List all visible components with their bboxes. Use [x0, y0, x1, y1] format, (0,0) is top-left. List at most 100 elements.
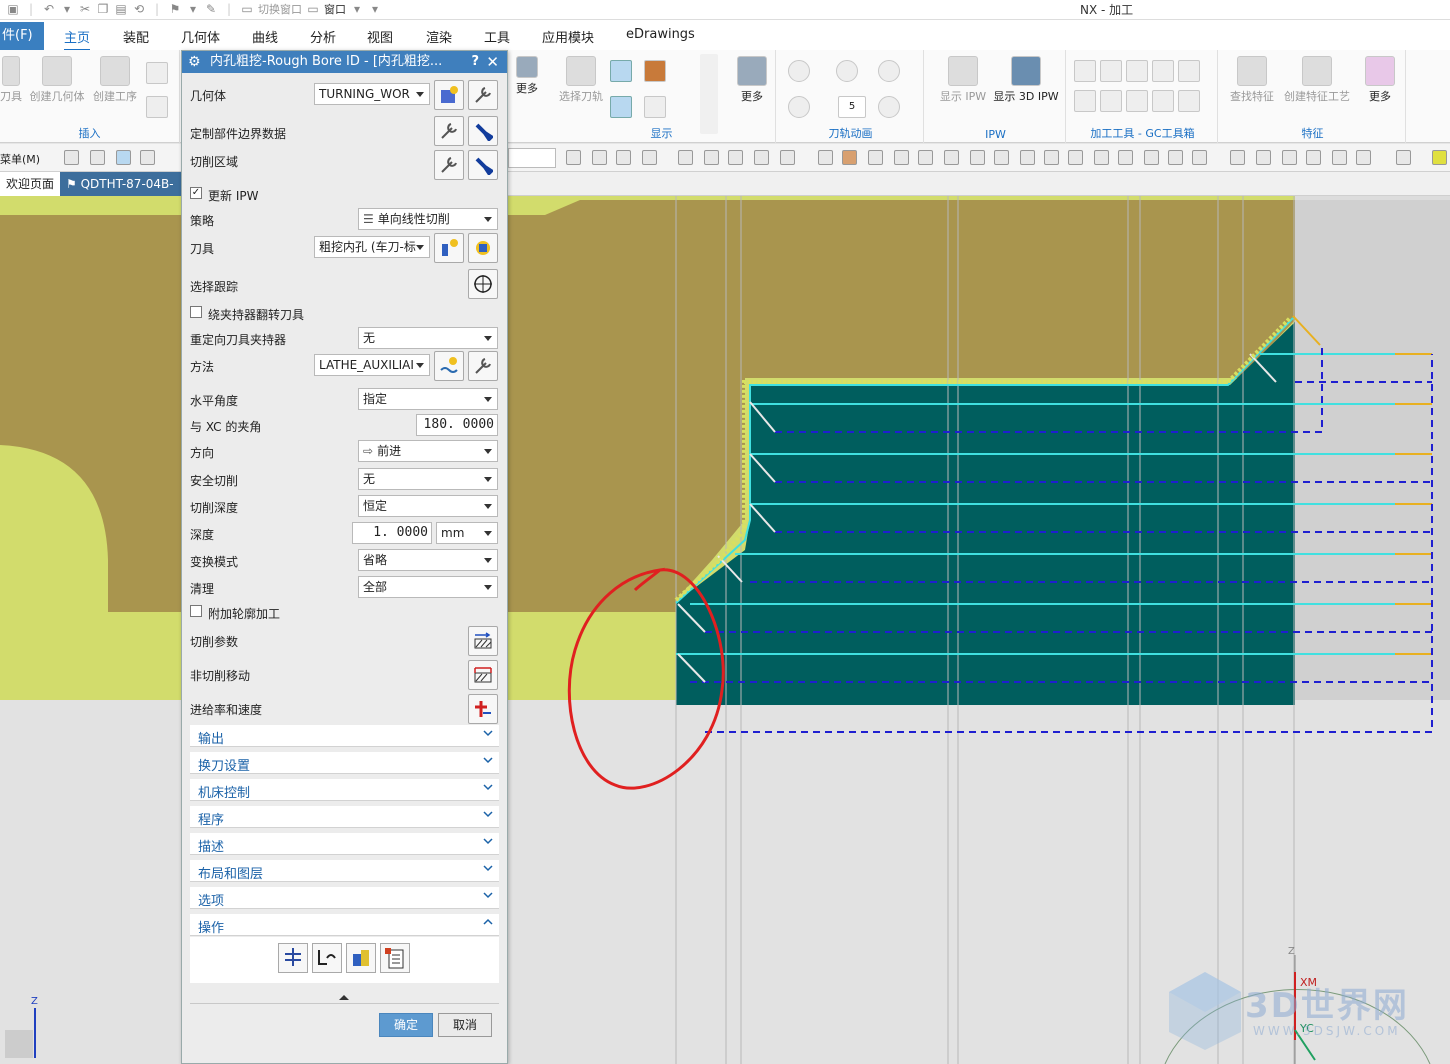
menu-button[interactable]: 菜单(M): [0, 151, 40, 167]
verify-button[interactable]: [346, 943, 376, 973]
snap-icon-9[interactable]: [780, 150, 795, 165]
reorient-holder-dropdown[interactable]: 无: [358, 327, 498, 349]
paste-icon[interactable]: ▤: [114, 2, 128, 17]
snap-icon-5[interactable]: [678, 150, 693, 165]
insert-small-icon-2[interactable]: [146, 96, 168, 118]
snap-icon-19[interactable]: [1044, 150, 1059, 165]
custom-boundary-display-button[interactable]: [468, 116, 498, 146]
section-machine-control[interactable]: 机床控制: [190, 779, 499, 801]
copy-icon[interactable]: ❐: [96, 2, 110, 17]
touch-mode-icon[interactable]: ✎: [204, 2, 218, 17]
switch-window-icon[interactable]: ▭: [240, 2, 254, 17]
display-toggle-4[interactable]: [644, 96, 666, 118]
feature-more-button[interactable]: 更多: [1360, 56, 1400, 104]
view-icon-2[interactable]: [1256, 150, 1271, 165]
snap-icon-14[interactable]: [918, 150, 933, 165]
close-button[interactable]: ✕: [486, 51, 499, 73]
update-ipw-checkbox[interactable]: ✓: [190, 187, 202, 199]
section-output[interactable]: 输出: [190, 725, 499, 747]
gc-tool-icon-6[interactable]: [1074, 90, 1096, 112]
gc-tool-icon-4[interactable]: [1152, 60, 1174, 82]
snap-icon-10[interactable]: [818, 150, 833, 165]
depth-unit-dropdown[interactable]: mm: [436, 522, 498, 544]
depth-input[interactable]: 1. 0000: [352, 522, 432, 544]
custom-boundary-edit-button[interactable]: [434, 116, 464, 146]
tab-home[interactable]: 主页: [64, 27, 91, 51]
edit-tool-button[interactable]: [468, 233, 498, 263]
gc-tool-icon-10[interactable]: [1178, 90, 1200, 112]
cut-region-edit-button[interactable]: [434, 150, 464, 180]
snap-icon-22[interactable]: [1118, 150, 1133, 165]
toolbar-icon-1[interactable]: [64, 150, 79, 165]
view-icon-8[interactable]: [1432, 150, 1447, 165]
toolbar-icon-2[interactable]: [90, 150, 105, 165]
snap-icon-1[interactable]: [566, 150, 581, 165]
new-geometry-button[interactable]: [434, 80, 464, 110]
pause-icon[interactable]: [836, 60, 858, 82]
snap-icon-23[interactable]: [1144, 150, 1159, 165]
insert-small-icon-1[interactable]: [146, 62, 168, 84]
window-menu[interactable]: 窗口: [324, 2, 346, 17]
snap-icon-4[interactable]: [642, 150, 657, 165]
view-icon-1[interactable]: [1230, 150, 1245, 165]
arrow-stack-icon[interactable]: [700, 54, 718, 134]
section-actions[interactable]: 操作: [190, 914, 499, 936]
cut-params-button[interactable]: [468, 626, 498, 656]
undo-dropdown-icon[interactable]: ▾: [60, 2, 74, 17]
collapse-arrow-icon[interactable]: [338, 993, 350, 1001]
tab-edrawings[interactable]: eDrawings: [626, 27, 695, 42]
left-more-button[interactable]: 更多: [512, 56, 542, 96]
snap-icon-12[interactable]: [868, 150, 883, 165]
view-icon-6[interactable]: [1356, 150, 1371, 165]
snap-icon-16[interactable]: [970, 150, 985, 165]
strategy-dropdown[interactable]: ☰ 单向线性切削: [358, 208, 498, 230]
toolbar-icon-3[interactable]: [116, 150, 131, 165]
snap-icon-6[interactable]: [704, 150, 719, 165]
tab-analysis[interactable]: 分析: [310, 27, 336, 46]
edit-method-button[interactable]: [468, 351, 498, 381]
gc-tool-icon-3[interactable]: [1126, 60, 1148, 82]
window-dropdown-icon[interactable]: ▾: [350, 2, 364, 17]
view-icon-7[interactable]: [1396, 150, 1411, 165]
tab-render[interactable]: 渲染: [426, 27, 452, 46]
tab-applications[interactable]: 应用模块: [542, 27, 594, 46]
snap-icon-13[interactable]: [894, 150, 909, 165]
cancel-button[interactable]: 取消: [438, 1013, 492, 1037]
method-dropdown[interactable]: LATHE_AUXILIAI: [314, 354, 430, 376]
tab-geometry[interactable]: 几何体: [181, 27, 220, 46]
snap-icon-17[interactable]: [994, 150, 1009, 165]
tab-welcome-page[interactable]: 欢迎页面: [0, 172, 60, 196]
non-cut-button[interactable]: [468, 660, 498, 690]
gear-icon[interactable]: ⚙: [188, 51, 201, 73]
customize-dropdown-icon[interactable]: ▾: [368, 2, 382, 17]
toolbar-icon-4[interactable]: [140, 150, 155, 165]
tab-tools[interactable]: 工具: [484, 27, 510, 46]
display-more-button[interactable]: 更多: [734, 56, 770, 104]
select-path-button[interactable]: 选择刀轨: [556, 56, 606, 104]
gc-tool-icon-2[interactable]: [1100, 60, 1122, 82]
gc-tool-icon-9[interactable]: [1152, 90, 1174, 112]
snap-icon-15[interactable]: [944, 150, 959, 165]
tab-assembly[interactable]: 装配: [123, 27, 149, 46]
selection-filter-dropdown[interactable]: [508, 148, 556, 168]
save-icon[interactable]: ▣: [6, 2, 20, 17]
transform-mode-dropdown[interactable]: 省略: [358, 549, 498, 571]
section-program[interactable]: 程序: [190, 806, 499, 828]
snap-icon-24[interactable]: [1168, 150, 1183, 165]
repeat-icon[interactable]: ⟲: [132, 2, 146, 17]
section-options[interactable]: 选项: [190, 887, 499, 909]
snap-icon-2[interactable]: [592, 150, 607, 165]
snap-icon-25[interactable]: [1192, 150, 1207, 165]
gc-tool-icon-5[interactable]: [1178, 60, 1200, 82]
level-angle-dropdown[interactable]: 指定: [358, 388, 498, 410]
display-toggle-3[interactable]: [610, 96, 632, 118]
snap-icon-3[interactable]: [616, 150, 631, 165]
tool-dropdown[interactable]: 粗挖内孔 (车刀-标: [314, 236, 430, 258]
section-layout-layers[interactable]: 布局和图层: [190, 860, 499, 882]
tab-part-file[interactable]: ⚑ QDTHT-87-04B-: [60, 172, 182, 196]
xc-angle-input[interactable]: 180. 0000: [416, 414, 498, 436]
create-tool-button[interactable]: 刀具: [0, 56, 22, 104]
gc-tool-icon-8[interactable]: [1126, 90, 1148, 112]
snap-icon-11[interactable]: [842, 150, 857, 165]
tab-file[interactable]: 件(F): [0, 22, 44, 50]
